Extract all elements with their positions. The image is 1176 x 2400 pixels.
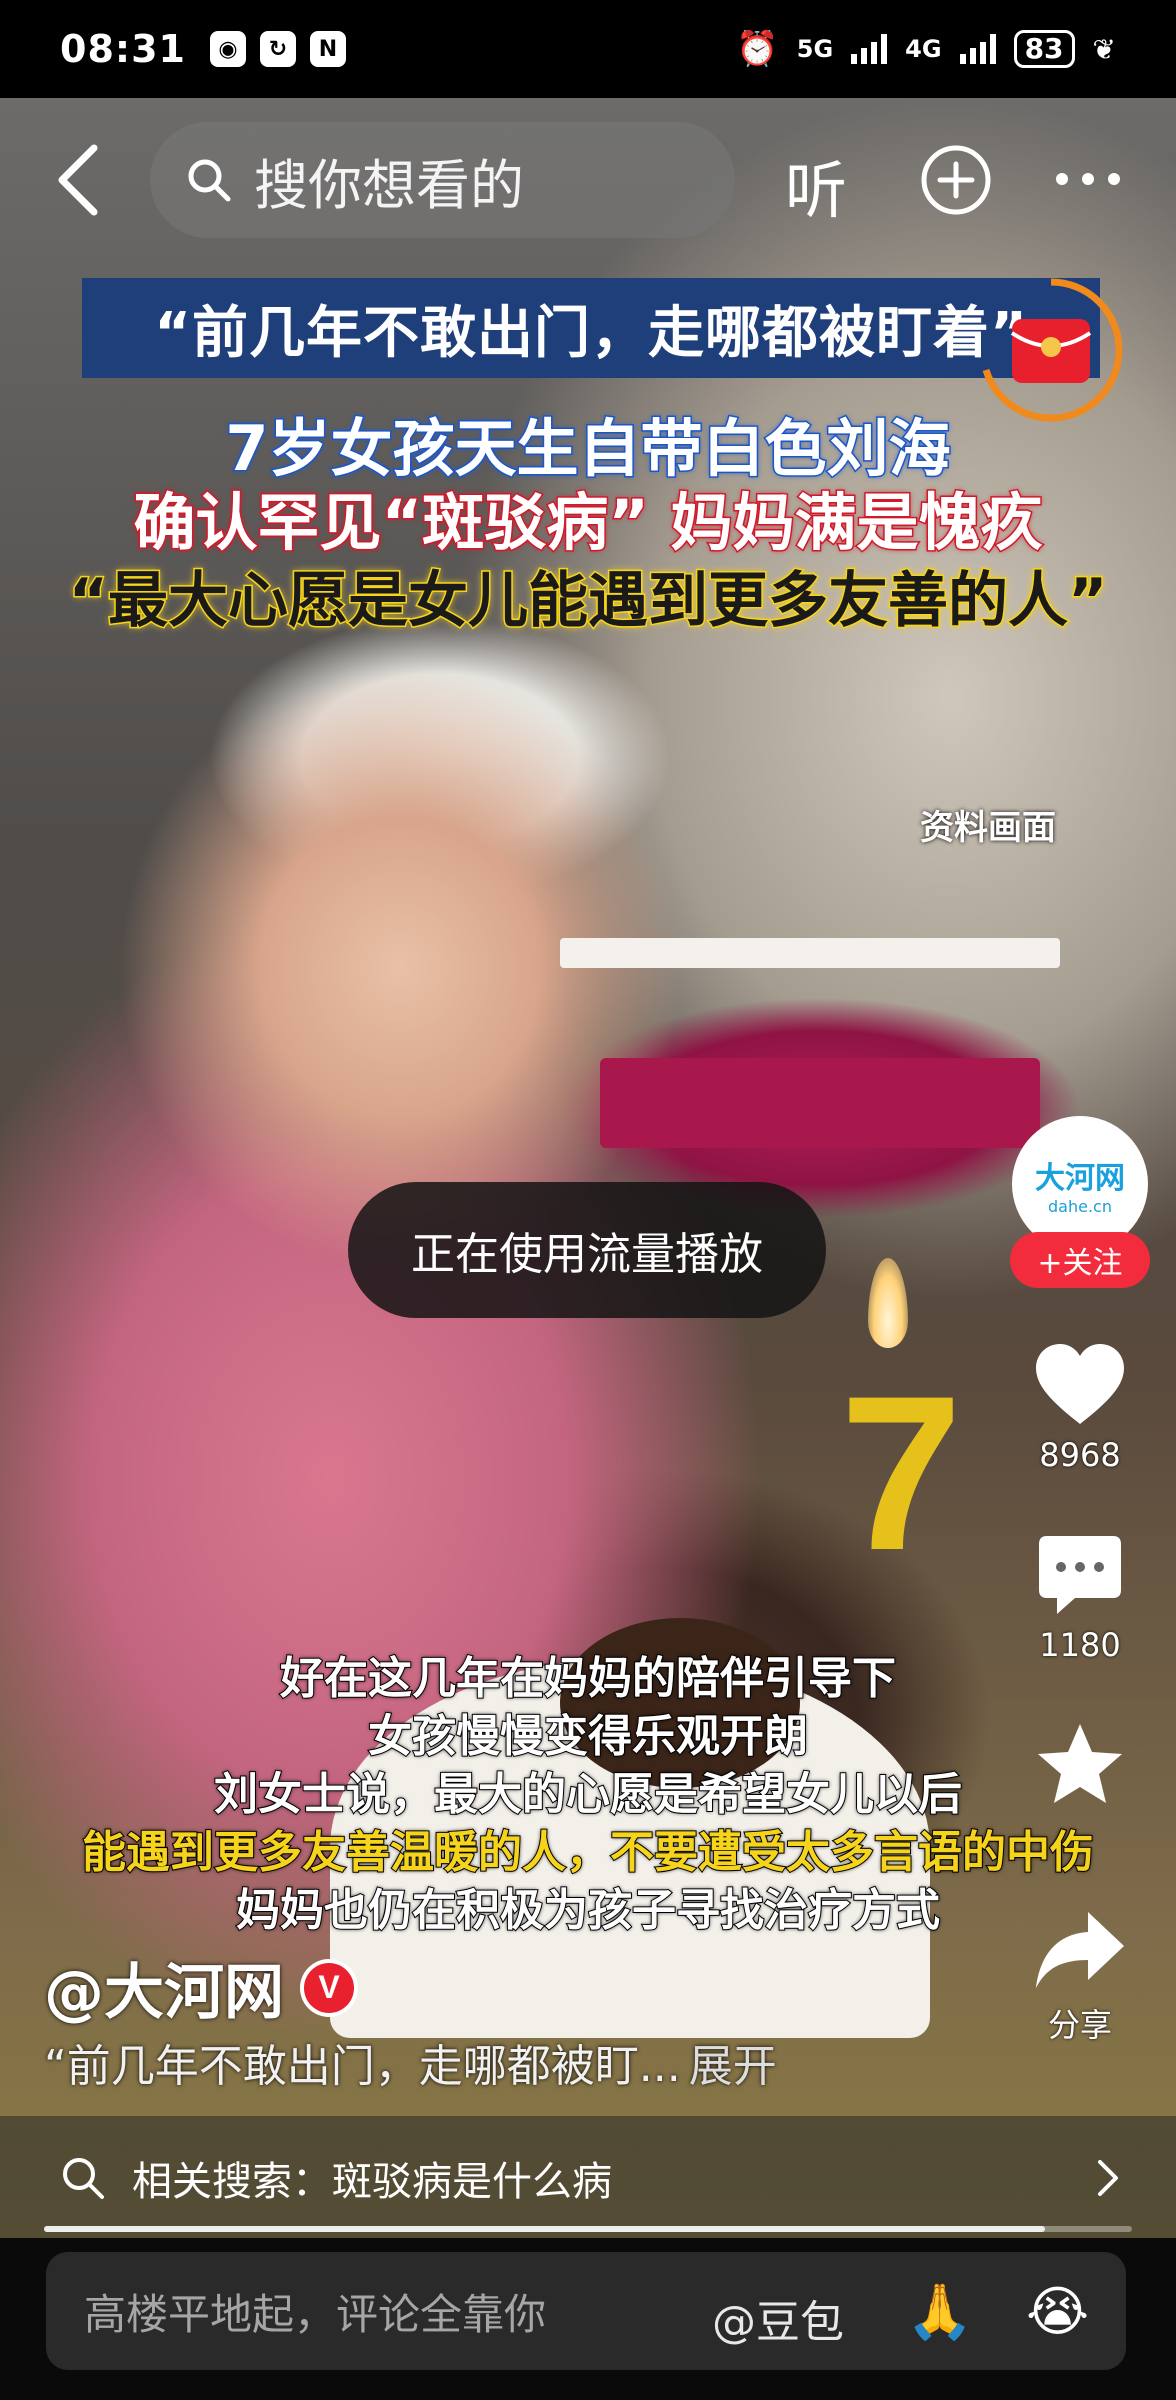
related-search-bar[interactable]: 相关搜索：斑驳病是什么病	[0, 2116, 1176, 2240]
author-info[interactable]: @大河网 V	[44, 1944, 358, 2031]
charging-leaf-icon: ❦	[1092, 32, 1116, 66]
video-title-line-2: 确认罕见“斑驳病” 妈妈满是愧疚	[132, 485, 1044, 561]
heart-icon	[1036, 1344, 1124, 1424]
comment-input[interactable]: 高楼平地起，评论全靠你 @豆包 🙏 😭	[46, 2252, 1126, 2370]
avatar-logo-sub: dahe.cn	[1048, 1196, 1112, 1216]
notification-icons: ◉ ↻ N	[209, 31, 346, 67]
app-notification-icon: ◉	[209, 31, 246, 67]
crying-emoji-icon[interactable]: 😭	[1026, 2280, 1089, 2343]
network-5g-label: 5G	[796, 35, 834, 63]
video-progress-bar[interactable]	[44, 2226, 1132, 2232]
status-right: ⏰ 5G 4G 83 ❦	[736, 29, 1116, 69]
avatar-logo-text: 大河网	[1035, 1160, 1125, 1196]
video-headline-banner: “前几年不敢出门，走哪都被盯着”	[82, 278, 1100, 378]
share-label: 分享	[1047, 2006, 1112, 2044]
battery-indicator: 83	[1013, 30, 1075, 68]
pray-emoji-icon[interactable]: 🙏	[906, 2280, 973, 2344]
sync-notification-icon: ↻	[259, 31, 296, 67]
add-icon[interactable]	[920, 144, 992, 216]
network-4g-label: 4G	[905, 35, 942, 63]
search-icon	[188, 159, 231, 202]
candle-flame	[868, 1258, 908, 1348]
scene-drawer	[600, 1058, 1040, 1148]
subtitle-line: 女孩慢慢变得乐观开朗	[367, 1710, 809, 1763]
comment-icon	[1039, 1536, 1121, 1614]
video-headline: “前几年不敢出门，走哪都被盯着”	[154, 300, 1028, 366]
video-description[interactable]: “前几年不敢出门，走哪都被盯... 展开	[44, 2030, 777, 2094]
mobile-data-toast: 正在使用流量播放	[348, 1182, 826, 1318]
verified-badge-letter: V	[304, 1962, 354, 2013]
subtitle-line-highlighted: 能遇到更多友善温暖的人，不要遭受太多言语的中伤	[81, 1826, 1095, 1879]
like-button[interactable]: 8968	[1000, 1340, 1160, 1474]
description-text: “前几年不敢出门，走哪都被盯...	[44, 2041, 681, 2092]
status-time: 08:31	[60, 27, 186, 71]
search-input[interactable]: 搜你想看的	[150, 122, 735, 238]
video-progress-fill	[44, 2226, 1045, 2232]
scene-shelf	[560, 938, 1060, 968]
video-title-line-3: “最大心愿是女儿能遇到更多友善的人”	[67, 565, 1109, 638]
status-bar: 08:31 ◉ ↻ N ⏰ 5G 4G 83 ❦	[0, 0, 1176, 98]
subtitle-line: 刘女士说，最大的心愿是希望女儿以后	[213, 1768, 963, 1821]
follow-button[interactable]: +关注	[1010, 1232, 1150, 1288]
signal-5g-icon	[851, 34, 888, 64]
bottom-comment-bar: 高楼平地起，评论全靠你 @豆包 🙏 😭	[0, 2238, 1176, 2400]
back-icon[interactable]	[50, 140, 110, 220]
comment-placeholder: 高楼平地起，评论全靠你	[84, 2289, 547, 2339]
expand-link[interactable]: 展开	[689, 2041, 777, 2092]
nfc-icon: N	[309, 31, 346, 67]
related-search-text: 相关搜索：斑驳病是什么病	[132, 2159, 612, 2205]
mention-doubao-button[interactable]: @豆包	[712, 2286, 844, 2350]
author-name[interactable]: @大河网	[44, 1944, 284, 2031]
chevron-right-icon	[1098, 2160, 1118, 2196]
subtitle-line: 妈妈也仍在积极为孩子寻找治疗方式	[235, 1884, 941, 1937]
video-subtitles: 好在这几年在妈妈的陪伴引导下 女孩慢慢变得乐观开朗 刘女士说，最大的心愿是希望女…	[0, 1650, 1176, 1940]
subtitle-line: 好在这几年在妈妈的陪伴引导下	[279, 1652, 897, 1705]
like-count: 8968	[1039, 1436, 1121, 1474]
number-candle: 7	[840, 1350, 963, 1596]
alarm-icon: ⏰	[736, 29, 779, 69]
verified-badge-icon: V	[300, 1958, 358, 2017]
listen-button[interactable]: 听	[785, 140, 847, 230]
search-icon	[63, 2158, 104, 2199]
red-packet-icon[interactable]	[976, 275, 1126, 425]
comment-button[interactable]: 1180	[1000, 1532, 1160, 1664]
signal-4g-icon	[959, 34, 996, 64]
more-icon[interactable]	[1055, 172, 1121, 186]
search-placeholder: 搜你想看的	[254, 153, 524, 217]
archive-footage-label: 资料画面	[920, 808, 1056, 848]
